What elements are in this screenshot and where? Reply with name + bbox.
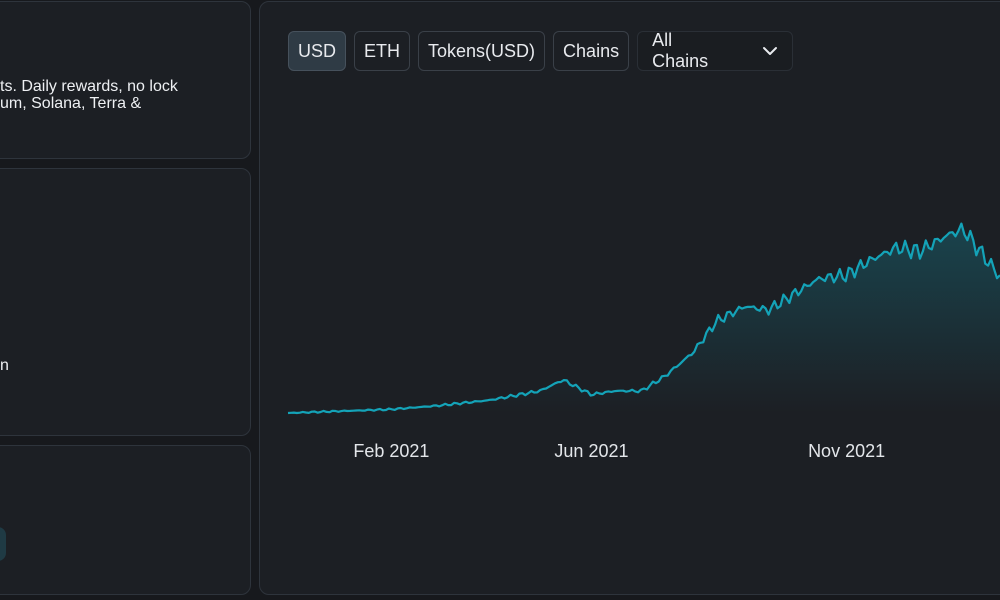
panel-action-button[interactable] [0,527,6,561]
info-text-fragment: n [0,357,9,374]
x-axis: Feb 2021 Jun 2021 Nov 2021 [353,441,885,461]
tokens-usd-toggle-button[interactable]: Tokens(USD) [418,31,546,71]
x-tick-label: Nov 2021 [808,441,885,461]
x-tick-label: Feb 2021 [353,441,429,461]
x-tick-label: Jun 2021 [554,441,628,461]
tvl-chart: Feb 2021 Jun 2021 Nov 2021 [287,222,1000,461]
chain-select-value: All Chains [652,30,709,71]
protocol-description: ts. Daily rewards, no lock um, Solana, T… [0,78,240,112]
chain-select[interactable]: All Chains [637,30,794,71]
chart-area [288,223,1000,413]
description-line: um, Solana, Terra & [0,95,142,112]
usd-toggle-button[interactable]: USD [288,31,347,71]
eth-toggle-button[interactable]: ETH [354,31,411,71]
chevron-down-icon [762,46,778,56]
info-panel [0,168,251,436]
actions-panel [0,445,251,595]
description-line: ts. Daily rewards, no lock [0,78,178,95]
chart-toolbar: USD ETH Tokens(USD) Chains All Chains [288,30,794,73]
chains-toggle-button[interactable]: Chains [553,31,630,71]
